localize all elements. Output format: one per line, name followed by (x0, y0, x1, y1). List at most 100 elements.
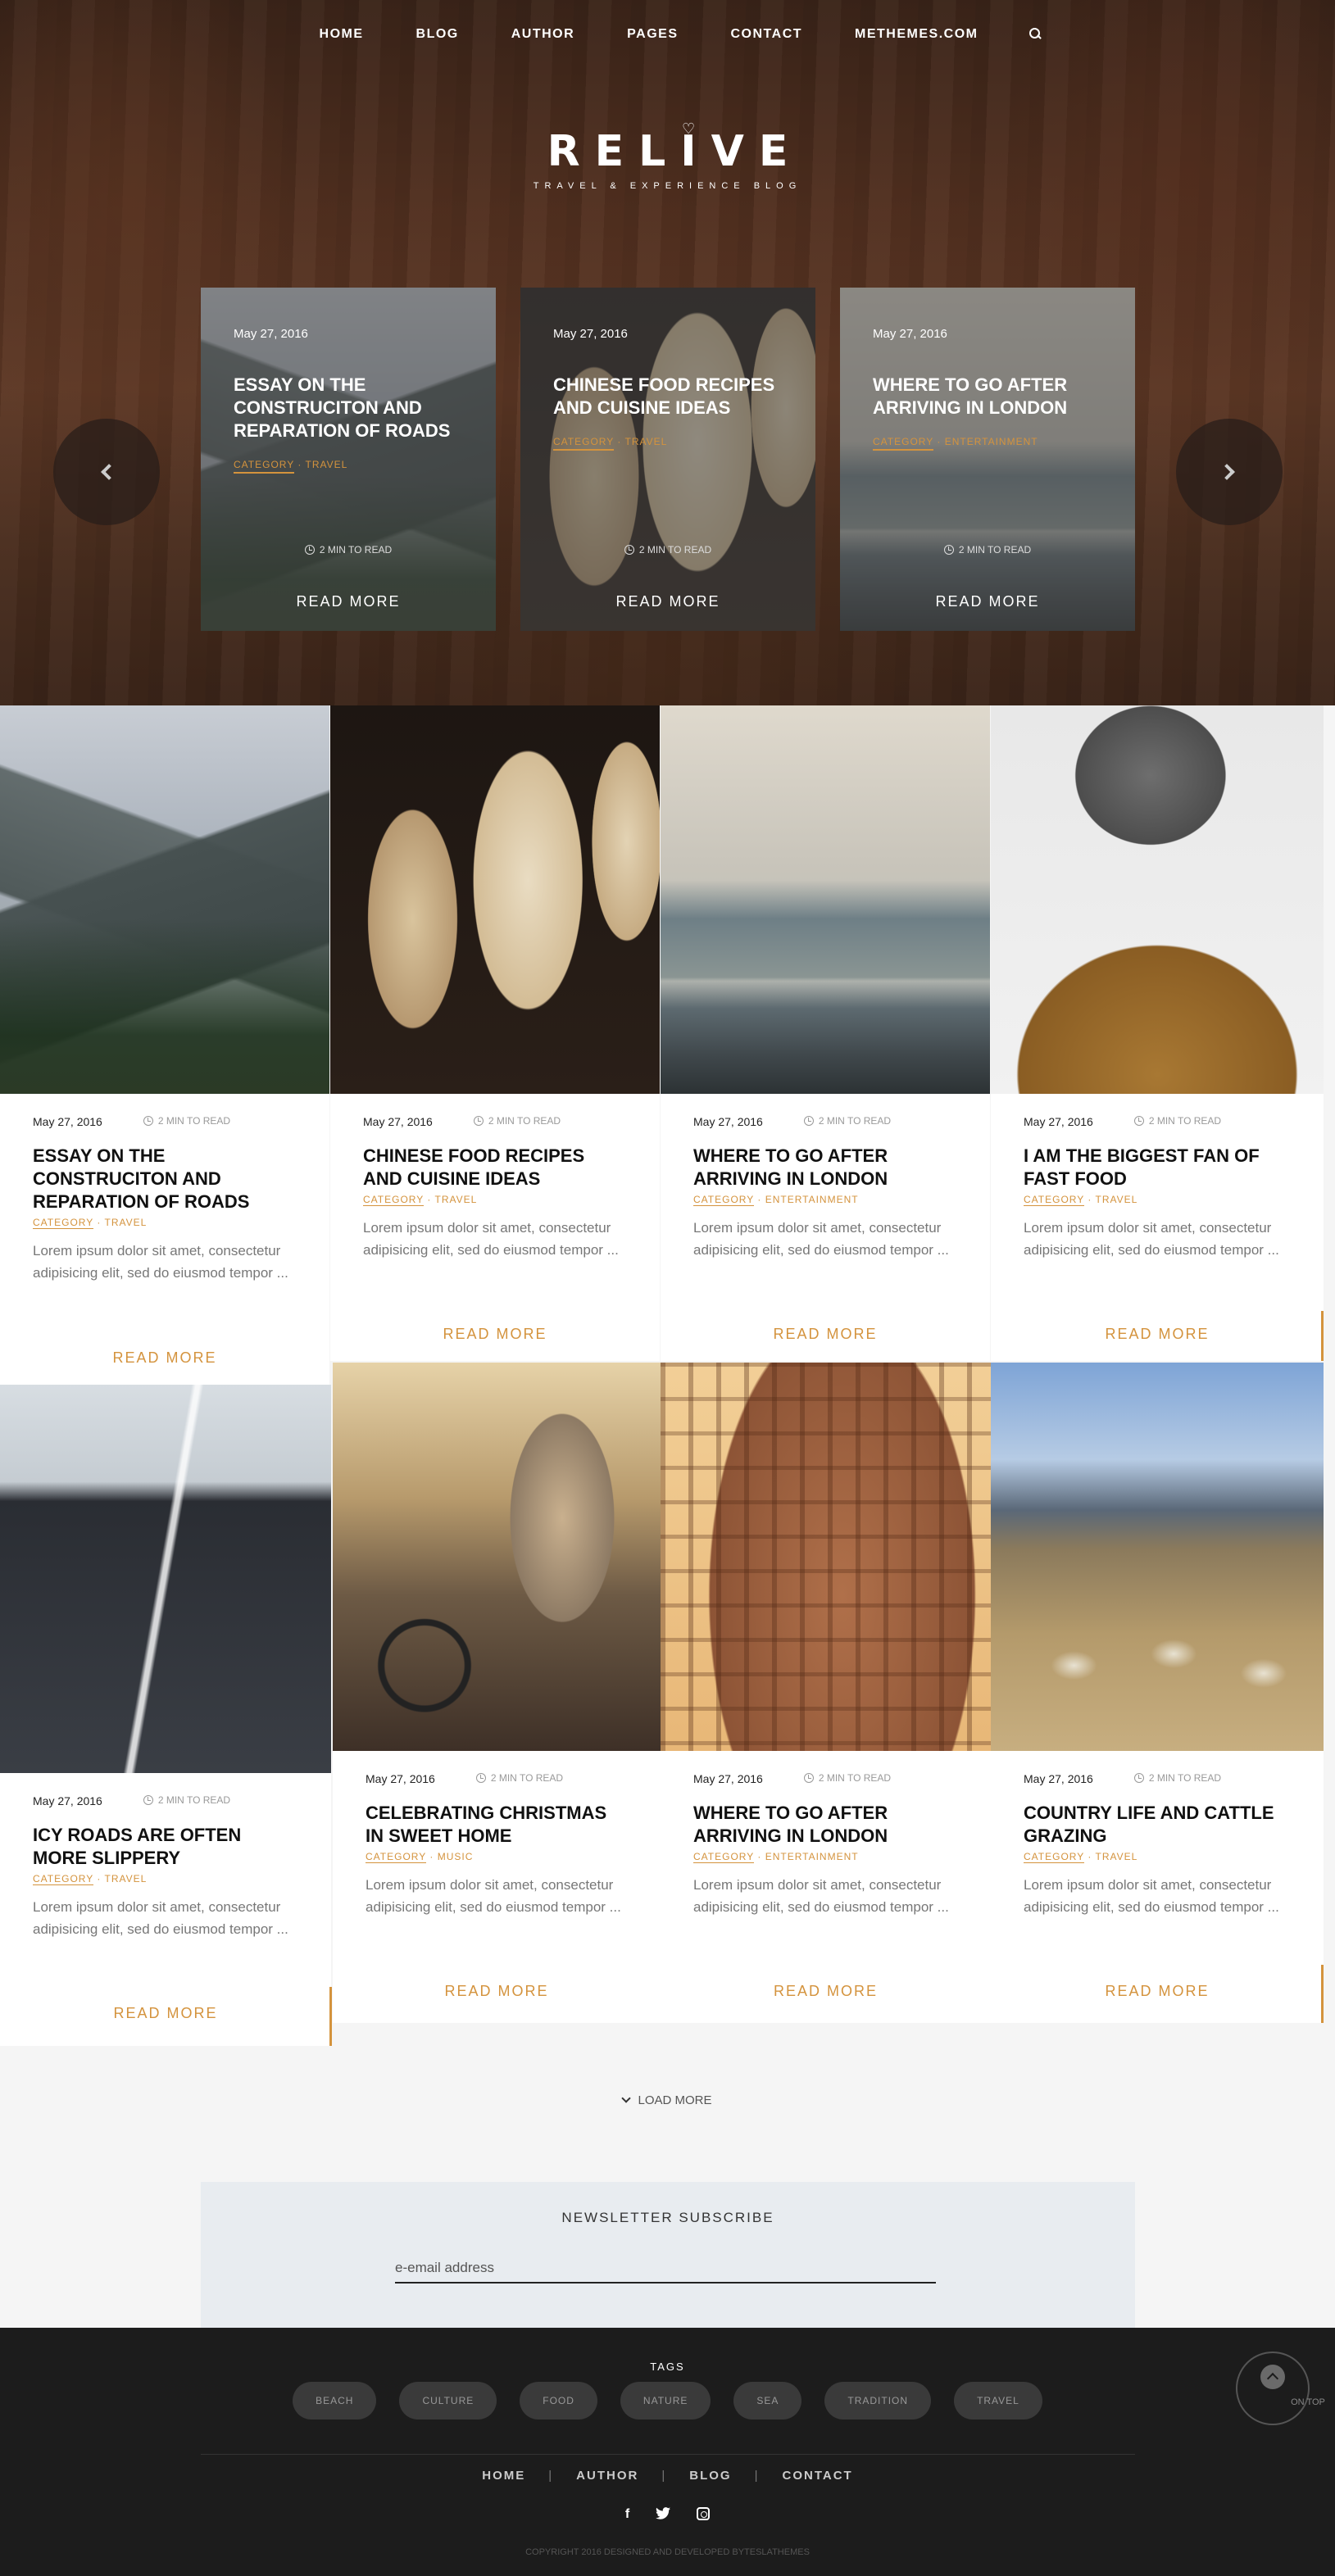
nav-separator: | (661, 2469, 667, 2483)
post-excerpt: Lorem ipsum dolor sit amet, consectetur … (693, 1877, 949, 1915)
post-image[interactable] (991, 705, 1324, 1094)
email-field[interactable] (395, 2254, 936, 2283)
post-image[interactable] (0, 705, 329, 1094)
clock-icon (803, 1773, 814, 1783)
category-tag[interactable]: TRAVEL (624, 436, 667, 447)
nav-home[interactable]: HOME (320, 27, 364, 42)
slide-card[interactable]: May 27, 2016 CHINESE FOOD RECIPES AND CU… (520, 288, 815, 631)
load-more-button[interactable]: LOAD MORE (0, 2093, 1335, 2107)
slide-title[interactable]: WHERE TO GO AFTER ARRIVING IN LONDON (873, 374, 1102, 420)
category-tag[interactable]: MUSIC (438, 1851, 474, 1862)
slider-next-button[interactable] (1176, 419, 1283, 525)
search-icon[interactable] (1028, 27, 1042, 40)
category-link[interactable]: CATEGORY (873, 436, 934, 451)
read-more-link[interactable]: READ MORE (991, 1326, 1324, 1343)
post-title[interactable]: CELEBRATING CHRISTMAS IN SWEET HOME (366, 1802, 628, 1848)
read-more-link[interactable]: READ MORE (0, 2005, 331, 2022)
tag-culture[interactable]: CULTURE (399, 2382, 497, 2420)
nav-pages[interactable]: PAGES (627, 27, 678, 42)
post-title[interactable]: WHERE TO GO AFTER ARRIVING IN LONDON (693, 1802, 958, 1848)
category-link[interactable]: CATEGORY (553, 436, 615, 451)
category-tag[interactable]: TRAVEL (305, 459, 347, 470)
category-tag[interactable]: ENTERTAINMENT (945, 436, 1038, 447)
post-title[interactable]: CHINESE FOOD RECIPES AND CUISINE IDEAS (363, 1145, 627, 1190)
site-logo[interactable]: RELIVE ♡ TRAVEL & EXPERIENCE BLOG (0, 120, 1335, 191)
tag-beach[interactable]: BEACH (293, 2382, 377, 2420)
slide-read-more[interactable]: READ MORE (520, 593, 815, 610)
post-title[interactable]: ICY ROADS ARE OFTEN MORE SLIPPERY (33, 1824, 298, 1870)
category-tag[interactable]: TRAVEL (104, 1873, 147, 1884)
footer-nav-blog[interactable]: BLOG (689, 2469, 731, 2483)
facebook-icon[interactable]: f (625, 2507, 629, 2524)
read-more-link[interactable]: READ MORE (991, 1983, 1324, 2000)
post-categories: CATEGORY · ENTERTAINMENT (693, 1194, 859, 1206)
post-title[interactable]: COUNTRY LIFE AND CATTLE GRAZING (1024, 1802, 1291, 1848)
social-links: f (0, 2507, 1335, 2524)
clock-icon (143, 1795, 153, 1805)
instagram-icon[interactable] (697, 2507, 711, 2520)
post-image[interactable] (330, 705, 660, 1094)
post-card: May 27, 2016 2 MIN TO READ CHINESE FOOD R… (330, 705, 660, 1361)
on-top-label: ON TOP (1291, 2397, 1325, 2407)
post-meta: May 27, 2016 2 MIN TO READ (366, 1772, 628, 1785)
post-image[interactable] (333, 1363, 661, 1751)
tag-food[interactable]: FOOD (520, 2382, 597, 2420)
slide-title[interactable]: ESSAY ON THE CONSTRUCITON AND REPARATION… (234, 374, 463, 442)
tag-travel[interactable]: TRAVEL (954, 2382, 1042, 2420)
nav-author[interactable]: AUTHOR (511, 27, 574, 42)
twitter-icon[interactable] (656, 2507, 671, 2524)
slide-read-more[interactable]: READ MORE (201, 593, 496, 610)
post-image[interactable] (661, 1363, 991, 1751)
category-tag[interactable]: ENTERTAINMENT (765, 1194, 859, 1205)
read-more-link[interactable]: READ MORE (661, 1983, 991, 2000)
tag-tradition[interactable]: TRADITION (824, 2382, 932, 2420)
slide-title[interactable]: CHINESE FOOD RECIPES AND CUISINE IDEAS (553, 374, 783, 420)
slide-card[interactable]: May 27, 2016 WHERE TO GO AFTER ARRIVING … (840, 288, 1135, 631)
category-tag[interactable]: TRAVEL (1095, 1194, 1137, 1205)
footer-nav-author[interactable]: AUTHOR (576, 2469, 638, 2483)
clock-icon (803, 1116, 814, 1126)
back-to-top-button[interactable]: ON TOP (1236, 2352, 1325, 2425)
category-link[interactable]: CATEGORY (33, 1873, 94, 1885)
category-link[interactable]: CATEGORY (693, 1194, 755, 1206)
post-image[interactable] (991, 1363, 1324, 1751)
post-title[interactable]: ESSAY ON THE CONSTRUCITON AND REPARATION… (33, 1145, 297, 1213)
read-more-link[interactable]: READ MORE (330, 1326, 660, 1343)
category-tag[interactable]: TRAVEL (434, 1194, 477, 1205)
post-meta: May 27, 2016 2 MIN TO READ (363, 1115, 627, 1128)
category-link[interactable]: CATEGORY (366, 1851, 427, 1863)
post-image[interactable] (661, 705, 990, 1094)
post-image[interactable] (0, 1385, 331, 1773)
slider-prev-button[interactable] (53, 419, 160, 525)
category-link[interactable]: CATEGORY (693, 1851, 755, 1863)
category-tag[interactable]: TRAVEL (1095, 1851, 1137, 1862)
post-categories: CATEGORY · TRAVEL (33, 1873, 148, 1885)
category-link[interactable]: CATEGORY (1024, 1851, 1085, 1863)
category-tag[interactable]: TRAVEL (104, 1217, 147, 1228)
slide-read-more[interactable]: READ MORE (840, 593, 1135, 610)
read-more-link[interactable]: READ MORE (0, 1349, 329, 1367)
card-accent-bar (1321, 1311, 1324, 1361)
post-title[interactable]: I AM THE BIGGEST FAN OF FAST FOOD (1024, 1145, 1291, 1190)
footer-nav-home[interactable]: HOME (482, 2469, 525, 2483)
hero-section: HOME BLOG AUTHOR PAGES CONTACT METHEMES.… (0, 0, 1335, 705)
post-title[interactable]: WHERE TO GO AFTER ARRIVING IN LONDON (693, 1145, 957, 1190)
read-more-link[interactable]: READ MORE (333, 1983, 661, 2000)
category-tag[interactable]: ENTERTAINMENT (765, 1851, 859, 1862)
category-link[interactable]: CATEGORY (33, 1217, 94, 1229)
nav-methemes[interactable]: METHEMES.COM (855, 27, 978, 42)
post-read-time: 2 MIN TO READ (473, 1115, 561, 1128)
footer-nav-contact[interactable]: CONTACT (783, 2469, 853, 2483)
nav-contact[interactable]: CONTACT (731, 27, 803, 42)
clock-icon (624, 545, 634, 555)
read-more-link[interactable]: READ MORE (661, 1326, 990, 1343)
slide-date: May 27, 2016 (873, 327, 947, 341)
tag-sea[interactable]: SEA (733, 2382, 802, 2420)
tag-nature[interactable]: NATURE (620, 2382, 711, 2420)
category-link[interactable]: CATEGORY (234, 459, 295, 474)
slide-read-time: 2 MIN TO READ (840, 544, 1135, 556)
category-link[interactable]: CATEGORY (363, 1194, 425, 1206)
slide-card[interactable]: May 27, 2016 ESSAY ON THE CONSTRUCITON A… (201, 288, 496, 631)
nav-blog[interactable]: BLOG (416, 27, 459, 42)
category-link[interactable]: CATEGORY (1024, 1194, 1085, 1206)
